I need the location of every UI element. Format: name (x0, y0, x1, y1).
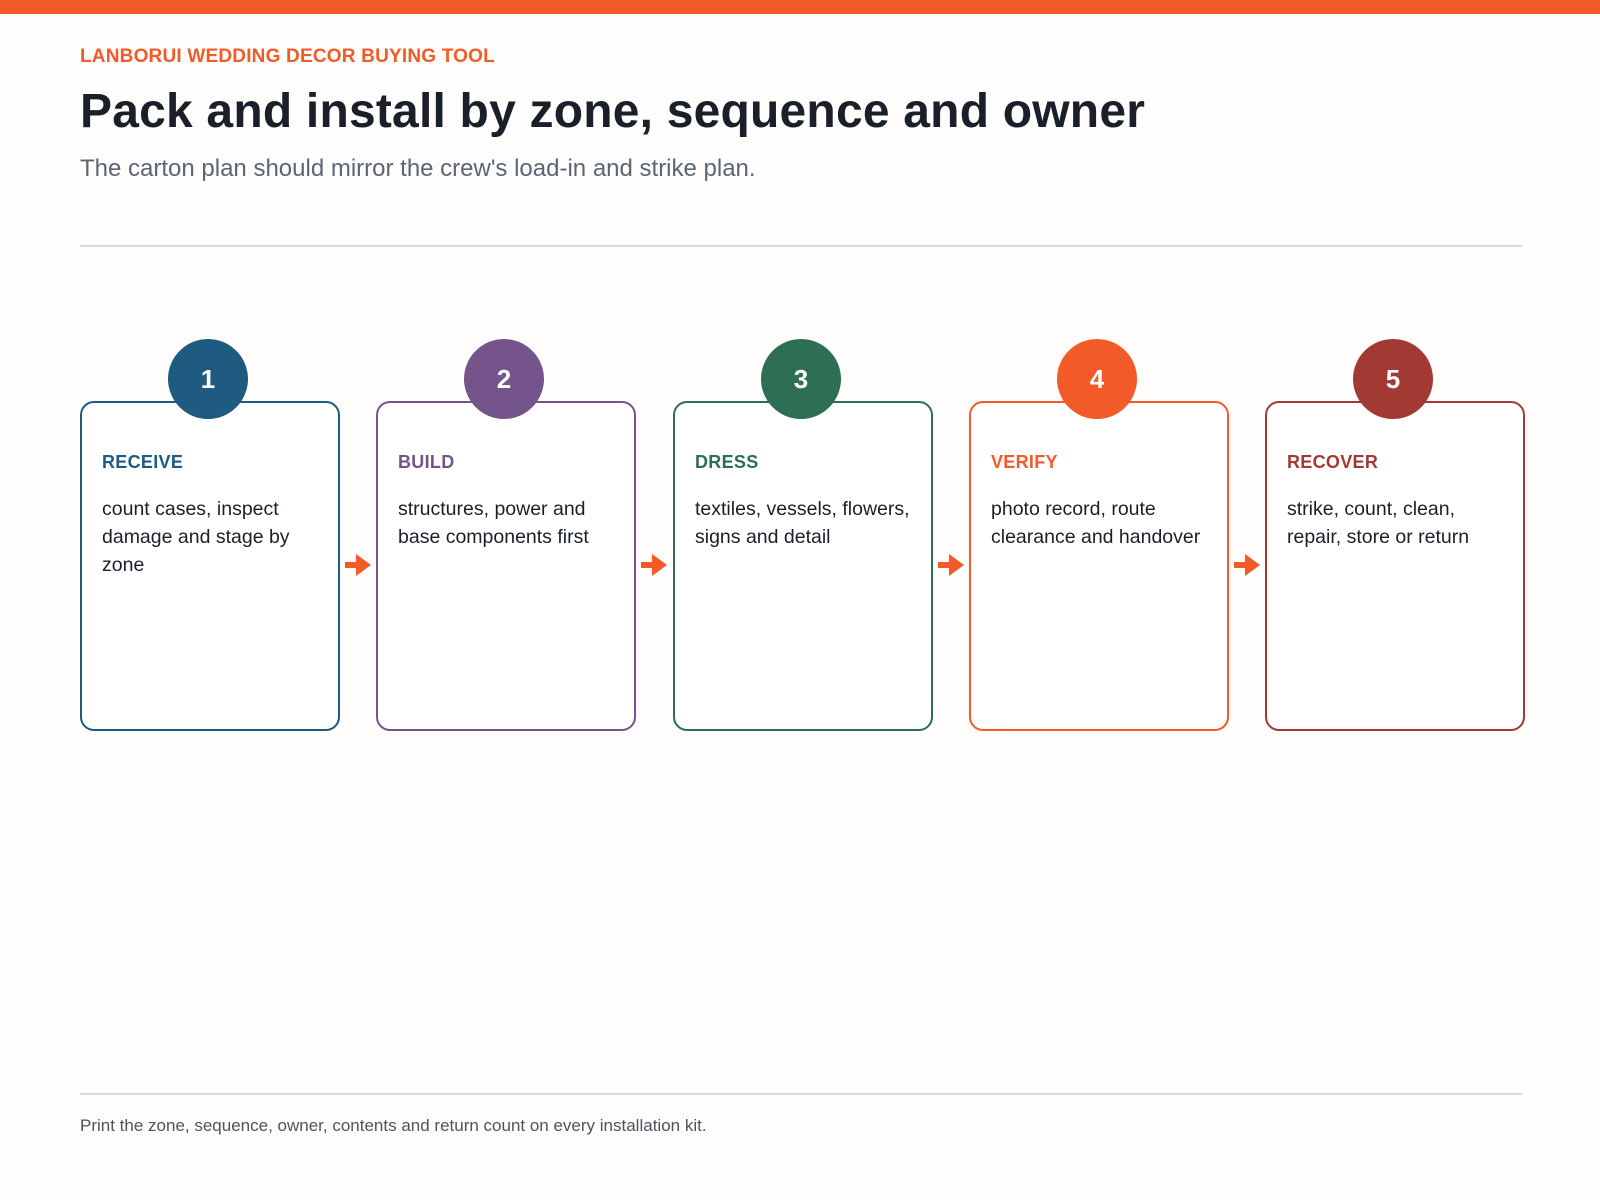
step-card-receive: 1 RECEIVE count cases, inspect damage an… (80, 339, 340, 731)
divider-top (80, 245, 1522, 247)
arrow-right-icon (641, 554, 667, 576)
step-number-badge: 1 (168, 339, 248, 419)
arrow-right-icon (345, 554, 371, 576)
step-description: strike, count, clean, repair, store or r… (1287, 498, 1470, 548)
step-title: RECEIVE (102, 452, 184, 472)
page-title: Pack and install by zone, sequence and o… (80, 85, 1146, 138)
step-card-dress: 3 DRESS textiles, vessels, flowers, sign… (673, 339, 933, 731)
step-number-badge: 4 (1057, 339, 1137, 419)
step-description: structures, power and base components fi… (398, 498, 589, 548)
step-description: textiles, vessels, flowers, signs and de… (695, 498, 910, 548)
step-number-badge: 2 (464, 339, 544, 419)
step-number-badge: 5 (1353, 339, 1433, 419)
step-card-build: 2 BUILD structures, power and base compo… (376, 339, 636, 731)
step-description: count cases, inspect damage and stage by… (102, 498, 290, 576)
step-card-recover: 5 RECOVER strike, count, clean, repair, … (1265, 339, 1525, 731)
step-title: RECOVER (1287, 452, 1379, 472)
arrow-right-icon (1234, 554, 1260, 576)
step-title: DRESS (695, 452, 759, 472)
step-number-badge: 3 (761, 339, 841, 419)
divider-bottom (80, 1093, 1522, 1095)
step-title: BUILD (398, 452, 455, 472)
eyebrow-label: LANBORUI WEDDING DECOR BUYING TOOL (80, 46, 495, 67)
step-title: VERIFY (991, 452, 1058, 472)
step-description: photo record, route clearance and handov… (991, 498, 1201, 548)
footer-note: Print the zone, sequence, owner, content… (80, 1116, 707, 1135)
page-subtitle: The carton plan should mirror the crew's… (80, 155, 756, 182)
arrow-right-icon (938, 554, 964, 576)
step-card-verify: 4 VERIFY photo record, route clearance a… (969, 339, 1229, 731)
top-accent-bar (0, 0, 1600, 14)
